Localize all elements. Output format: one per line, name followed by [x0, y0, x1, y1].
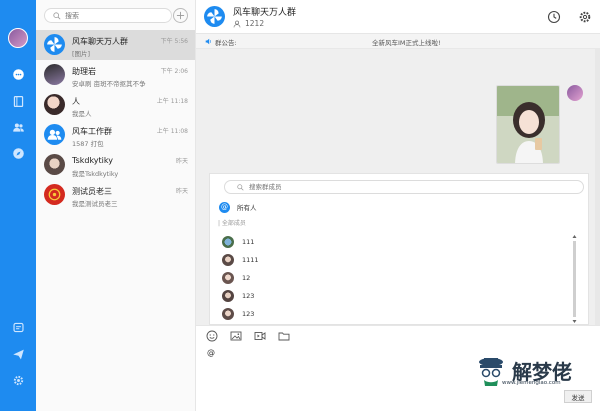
search-input[interactable]: [65, 10, 165, 21]
group-avatar[interactable]: [204, 6, 225, 27]
chat-header: 风车聊天万人群 1212: [196, 0, 600, 34]
image-message[interactable]: [496, 85, 560, 164]
contact-avatar: [44, 94, 65, 115]
group-avatar: [44, 34, 65, 55]
member-avatar: [222, 254, 234, 266]
member-avatar: [222, 308, 234, 320]
member-item[interactable]: 123: [222, 290, 254, 302]
conversation-item[interactable]: 助理岩 安卓刷 亩斑不帝抠其不争 下午 2:06: [36, 60, 195, 90]
my-avatar[interactable]: [8, 28, 28, 48]
member-item[interactable]: 12: [222, 272, 250, 284]
settings-gear-icon[interactable]: [11, 373, 25, 387]
member-avatar: [222, 236, 234, 248]
member-search-box[interactable]: [224, 180, 584, 194]
mention-all-label: 所有人: [237, 204, 257, 212]
conversation-item[interactable]: 风车聊天万人群 [图片] 下午 5:56: [36, 30, 195, 60]
at-icon: @: [219, 201, 230, 213]
conversation-list: 风车聊天万人群 [图片] 下午 5:56 助理岩 安卓刷 亩斑不帝抠其不争 下午…: [36, 0, 196, 411]
plus-icon: [176, 11, 185, 20]
group-avatar: [44, 124, 65, 145]
conversation-name: 人: [72, 97, 80, 106]
message-scrollbar[interactable]: [595, 49, 600, 325]
conversation-item[interactable]: Tskdkytiky 我是Tskdkytiky 昨天: [36, 150, 195, 180]
member-name: 1111: [242, 256, 259, 264]
conversation-name: 风车聊天万人群: [72, 37, 128, 46]
composer: @ 解梦佬 www.jiemenglao.com 发送: [196, 325, 600, 411]
contact-avatar: [44, 184, 65, 205]
contacts-book-icon[interactable]: [11, 94, 25, 108]
search-icon: [53, 12, 61, 20]
contact-avatar: [44, 154, 65, 175]
history-clock-icon[interactable]: [547, 10, 561, 24]
discover-compass-icon[interactable]: [11, 146, 25, 160]
member-item[interactable]: 1111: [222, 254, 259, 266]
conversation-time: 下午 5:56: [160, 38, 188, 45]
conversation-time: 昨天: [175, 188, 188, 195]
folder-icon[interactable]: [278, 330, 290, 342]
conversation-preview: 1587 打包: [72, 140, 104, 148]
member-name: 111: [242, 238, 255, 246]
member-item[interactable]: 123: [222, 308, 254, 320]
watermark: 解梦佬 www.jiemenglao.com: [472, 354, 592, 388]
my-avatar[interactable]: [567, 85, 583, 101]
contact-avatar: [44, 64, 65, 85]
conversation-item[interactable]: 测试员老三 我是测试员老三 昨天: [36, 180, 195, 210]
emoji-icon[interactable]: [206, 330, 218, 342]
conversation-name: Tskdkytiky: [72, 156, 113, 165]
conversation-name: 测试员老三: [72, 187, 112, 196]
shield-icon[interactable]: [11, 320, 25, 334]
conversation-item[interactable]: 人 我是人 上午 11:18: [36, 90, 195, 120]
member-icon: [233, 20, 241, 27]
chat-icon[interactable]: [11, 67, 25, 81]
conversation-name: 风车工作群: [72, 127, 112, 136]
mention-all-item[interactable]: @ 所有人: [219, 201, 257, 213]
chat-title: 风车聊天万人群: [233, 8, 297, 18]
member-name: 12: [242, 274, 251, 282]
send-button[interactable]: 发送: [564, 390, 592, 403]
conversation-time: 下午 2:06: [160, 68, 188, 75]
message-area: @ 所有人 | 全部成员 111 1111 12 123 1: [196, 49, 600, 325]
add-button[interactable]: [173, 8, 188, 23]
conversation-time: 昨天: [175, 158, 188, 165]
member-section-label: | 全部成员: [218, 220, 246, 227]
conversation-time: 上午 11:18: [156, 98, 188, 105]
conversation-item[interactable]: 风车工作群 1587 打包 上午 11:08: [36, 120, 195, 150]
nav-rail: [0, 0, 36, 411]
search-box[interactable]: [44, 8, 172, 23]
member-count-value: 1212: [245, 19, 265, 28]
conversation-preview: 我是测试员老三: [72, 200, 118, 208]
member-list-scrollbar[interactable]: [572, 234, 577, 324]
image-icon[interactable]: [230, 330, 242, 342]
settings-gear-icon[interactable]: [578, 10, 592, 24]
watermark-url: www.jiemenglao.com: [502, 380, 561, 386]
search-icon: [237, 184, 244, 191]
member-count: 1212: [233, 19, 264, 28]
member-name: 123: [242, 292, 255, 300]
conversation-preview: 安卓刷 亩斑不帝抠其不争: [72, 80, 146, 88]
chat-pane: 风车聊天万人群 1212 群公告: 全新风车IM正式上线啦! 搜索群成员 @ 所…: [196, 0, 600, 411]
group-notice-bar[interactable]: 群公告: 全新风车IM正式上线啦!: [196, 34, 600, 49]
mention-popup: @ 所有人 | 全部成员 111 1111 12 123 1: [209, 173, 589, 325]
speaker-icon: [205, 38, 211, 45]
composer-toolbar: [206, 330, 290, 342]
conversation-preview: 我是Tskdkytiky: [72, 170, 119, 178]
friends-icon[interactable]: [11, 120, 25, 134]
notice-text: 全新风车IM正式上线啦!: [372, 39, 441, 47]
member-search-input[interactable]: [249, 182, 549, 192]
member-item[interactable]: 111: [222, 236, 254, 248]
member-avatar: [222, 272, 234, 284]
member-name: 123: [242, 310, 255, 318]
video-icon[interactable]: [254, 330, 266, 342]
conversation-preview: [图片]: [72, 50, 91, 58]
message-input[interactable]: @: [207, 348, 215, 357]
conversation-preview: 我是人: [72, 110, 92, 118]
notice-label: 群公告:: [215, 39, 237, 47]
member-avatar: [222, 290, 234, 302]
send-plane-icon[interactable]: [11, 347, 25, 361]
conversation-name: 助理岩: [72, 67, 96, 76]
conversation-time: 上午 11:08: [156, 128, 188, 135]
